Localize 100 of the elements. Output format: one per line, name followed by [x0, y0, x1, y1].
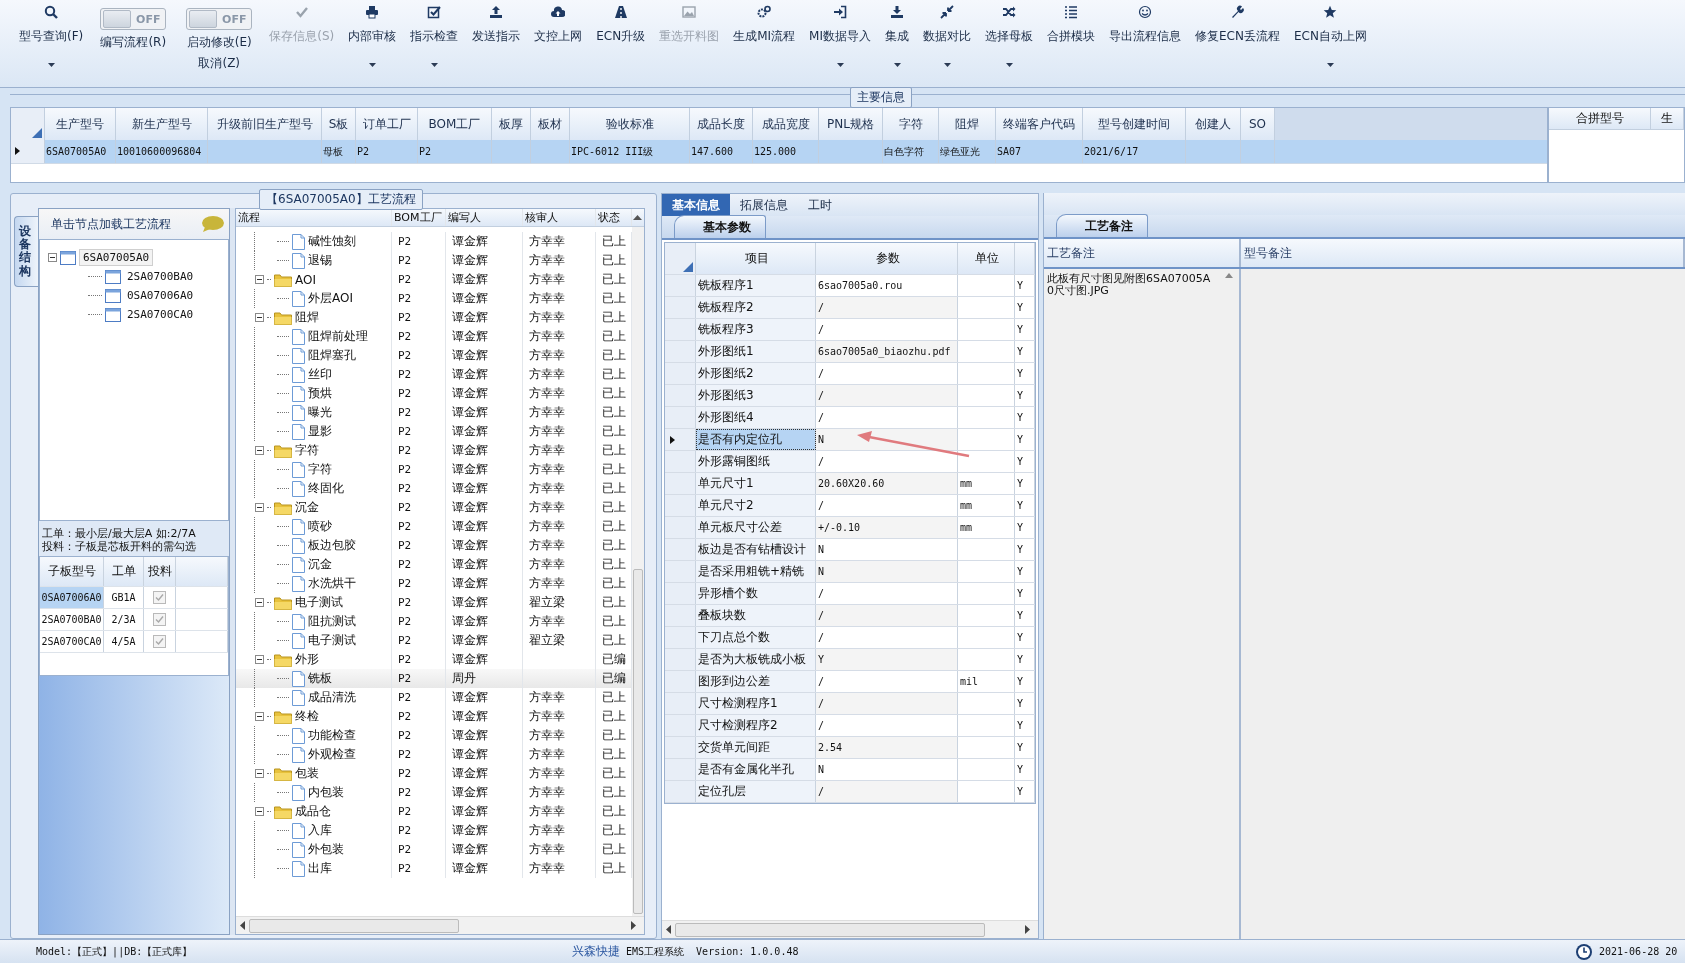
- splitter-bar[interactable]: [230, 208, 235, 935]
- minus-icon[interactable]: [255, 807, 264, 816]
- minus-icon[interactable]: [255, 655, 264, 664]
- column-header[interactable]: 编写人: [446, 209, 523, 226]
- table-cell[interactable]: 铣板程序3: [696, 319, 816, 340]
- sub-tab[interactable]: 工艺备注: [1056, 214, 1148, 237]
- row-header[interactable]: [11, 140, 45, 163]
- table-cell[interactable]: 尺寸检测程序1: [696, 693, 816, 714]
- table-cell[interactable]: 外形图纸1: [696, 341, 816, 362]
- tree-row[interactable]: 铣板 P2 周丹 已编: [236, 669, 632, 688]
- toolbar-button[interactable]: MI数据导入: [802, 0, 878, 72]
- checkbox[interactable]: [153, 591, 166, 604]
- table-cell: SA07: [996, 140, 1083, 163]
- toolbar-button[interactable]: 导出流程信息: [1102, 0, 1188, 72]
- tab[interactable]: 基本信息: [662, 194, 730, 216]
- column-header[interactable]: BOM工厂: [392, 209, 446, 226]
- scroll-left-icon[interactable]: [240, 921, 245, 930]
- table-cell[interactable]: 交货单元间距: [696, 737, 816, 758]
- minus-icon[interactable]: [255, 712, 264, 721]
- scroll-up-icon[interactable]: [633, 215, 642, 220]
- table-cell[interactable]: 单元板尺寸公差: [696, 517, 816, 538]
- side-tab[interactable]: 设备结构: [14, 216, 38, 287]
- table-cell[interactable]: 0SA07006A0: [40, 587, 104, 608]
- toolbar-button[interactable]: 数据对比: [916, 0, 978, 72]
- scroll-left-icon[interactable]: [666, 925, 671, 934]
- minus-icon[interactable]: [255, 313, 264, 322]
- scrollbar-thumb[interactable]: [675, 922, 985, 937]
- tree-node[interactable]: 0SA07006A0: [124, 288, 197, 303]
- table-cell[interactable]: 是否采用粗铣+精铣: [696, 561, 816, 582]
- toolbar-button[interactable]: 发送指示: [465, 0, 528, 72]
- table-cell[interactable]: 外形露铜图纸: [696, 451, 816, 472]
- table-cell[interactable]: 图形到边公差: [696, 671, 816, 692]
- tree-node[interactable]: 2SA0700CA0: [124, 307, 197, 322]
- minus-icon[interactable]: [255, 503, 264, 512]
- scrollbar-thumb[interactable]: [249, 918, 459, 933]
- minus-icon[interactable]: [48, 253, 57, 262]
- table-cell[interactable]: 铣板程序1: [696, 275, 816, 296]
- scroll-up-icon[interactable]: [1225, 273, 1233, 278]
- table-cell[interactable]: 外形图纸3: [696, 385, 816, 406]
- column-header[interactable]: 生: [1651, 108, 1684, 129]
- table-cell[interactable]: 单元尺寸1: [696, 473, 816, 494]
- column-header[interactable]: 工单: [104, 557, 144, 586]
- table-row[interactable]: 6SA07005A0 10010600096804 母板 P2 P2 IPC-6012 III级 147.600 125.000 白色字符 绿色亚光 SA07 2021/6/17: [11, 140, 1547, 164]
- table-cell[interactable]: 是否有内定位孔: [696, 429, 816, 450]
- table-cell[interactable]: 板边是否有钻槽设计: [696, 539, 816, 560]
- checkbox[interactable]: [153, 635, 166, 648]
- column-header[interactable]: 核审人: [523, 209, 596, 226]
- column-header[interactable]: 流程: [236, 209, 392, 226]
- scrollbar[interactable]: [632, 227, 644, 916]
- table-cell[interactable]: 尺寸检测程序2: [696, 715, 816, 736]
- column-header[interactable]: 参数: [816, 243, 958, 274]
- table-cell[interactable]: 外形图纸2: [696, 363, 816, 384]
- tab[interactable]: 拓展信息: [730, 194, 798, 216]
- table-cell[interactable]: 单元尺寸2: [696, 495, 816, 516]
- table-cell[interactable]: 异形槽个数: [696, 583, 816, 604]
- scrollbar-thumb[interactable]: [633, 569, 643, 914]
- toolbar-button[interactable]: 合拼模块: [1040, 0, 1102, 72]
- toolbar-button[interactable]: 指示检查: [403, 0, 466, 72]
- table-cell[interactable]: 下刀点总个数: [696, 627, 816, 648]
- minus-icon[interactable]: [255, 598, 264, 607]
- minus-icon[interactable]: [255, 446, 264, 455]
- remark-field[interactable]: [1241, 269, 1685, 939]
- table-cell[interactable]: 外形图纸4: [696, 407, 816, 428]
- minus-icon[interactable]: [255, 275, 264, 284]
- column-header[interactable]: 子板型号: [40, 557, 104, 586]
- scroll-right-icon[interactable]: [1025, 925, 1030, 934]
- row-header[interactable]: [665, 429, 696, 450]
- minus-icon[interactable]: [255, 769, 264, 778]
- table-cell[interactable]: 铣板程序2: [696, 297, 816, 318]
- column-header[interactable]: 合拼型号: [1549, 108, 1651, 129]
- tree-node[interactable]: 2SA0700BA0: [124, 269, 197, 284]
- sub-tab[interactable]: 基本参数: [674, 215, 766, 238]
- toolbar-button[interactable]: ECN升级: [589, 0, 653, 72]
- table-cell[interactable]: 2SA0700CA0: [40, 631, 104, 652]
- toolbar-button[interactable]: 修复ECN丢流程: [1188, 0, 1287, 72]
- table-cell[interactable]: 叠板块数: [696, 605, 816, 626]
- table-cell[interactable]: 定位孔层: [696, 781, 816, 802]
- remark-field[interactable]: 此板有尺寸图见附图6SA07005A0尺寸图.JPG: [1044, 269, 1241, 939]
- column-header[interactable]: 状态: [596, 209, 632, 226]
- tab[interactable]: 工时: [798, 194, 842, 216]
- table-cell[interactable]: 2SA0700BA0: [40, 609, 104, 630]
- column-header[interactable]: 项目: [696, 243, 816, 274]
- toolbar-button[interactable]: ECN自动上网: [1286, 0, 1374, 72]
- table-cell[interactable]: 是否有金属化半孔: [696, 759, 816, 780]
- toolbar-button[interactable]: 内部审核: [341, 0, 404, 72]
- table-cell[interactable]: 是否为大板铣成小板: [696, 649, 816, 670]
- toolbar-button[interactable]: 生成MI流程: [726, 0, 803, 72]
- tree-node[interactable]: 6SA07005A0: [79, 249, 154, 266]
- toolbar-button[interactable]: 选择母板: [978, 0, 1040, 72]
- column-header[interactable]: 型号备注: [1241, 239, 1685, 267]
- scrollbar[interactable]: [662, 920, 1038, 938]
- scrollbar[interactable]: [236, 916, 644, 934]
- checkbox[interactable]: [153, 613, 166, 626]
- toolbar-button[interactable]: 型号查询(F): [12, 0, 91, 72]
- column-header[interactable]: 投料: [144, 557, 176, 586]
- toolbar-button[interactable]: 集成: [878, 0, 916, 72]
- toolbar-button[interactable]: 文控上网: [527, 0, 590, 72]
- column-header[interactable]: 工艺备注: [1044, 239, 1241, 267]
- column-header[interactable]: 单位: [958, 243, 1015, 274]
- scroll-right-icon[interactable]: [631, 921, 636, 930]
